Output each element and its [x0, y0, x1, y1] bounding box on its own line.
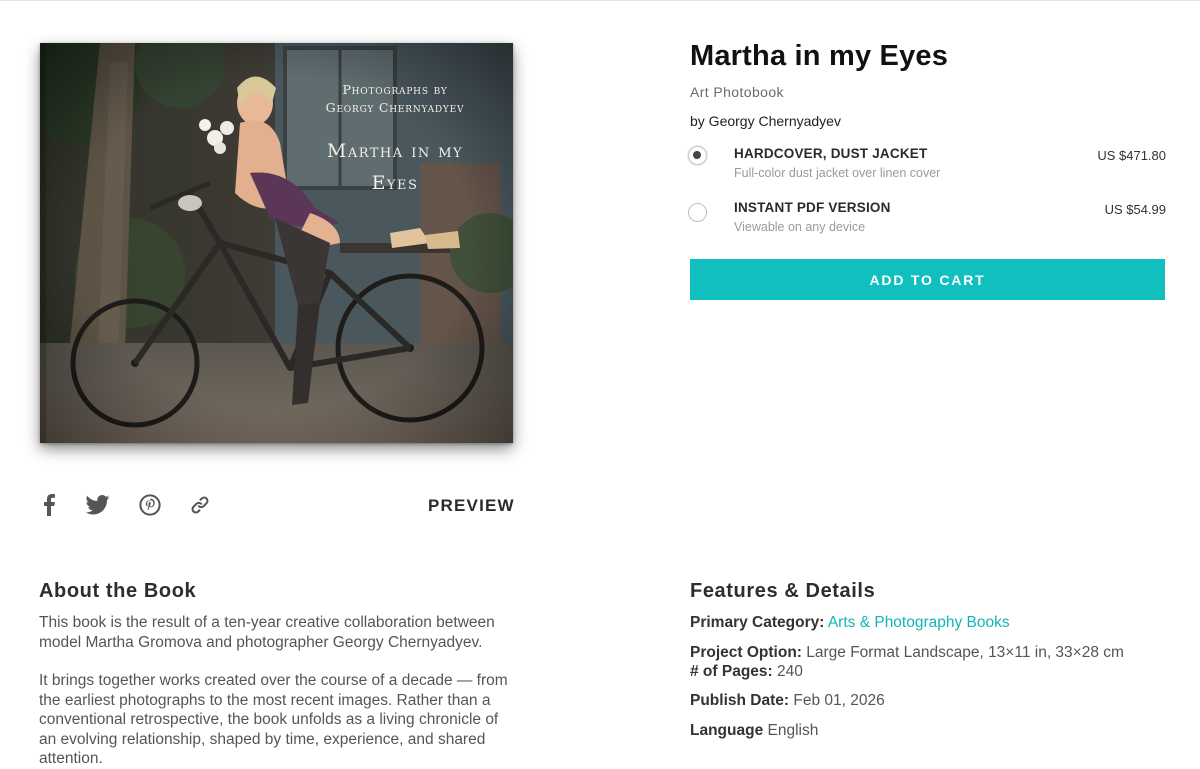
cover-title: Martha in my Eyes: [295, 135, 495, 199]
about-paragraph-1: This book is the result of a ten-year cr…: [39, 614, 495, 651]
language-value: English: [767, 722, 819, 739]
cover-title-line2: Eyes: [371, 172, 419, 194]
pages-label: # of Pages:: [690, 663, 773, 680]
radio-hardcover[interactable]: [688, 146, 707, 165]
primary-category-label: Primary Category:: [690, 614, 825, 631]
option-pdf-name: INSTANT PDF VERSION: [734, 200, 891, 215]
option-hardcover-name: HARDCOVER, DUST JACKET: [734, 146, 928, 161]
product-author: by Georgy Chernyadyev: [690, 113, 841, 129]
language-label: Language: [690, 722, 764, 739]
link-icon[interactable]: [189, 493, 211, 517]
project-option-label: Project Option:: [690, 644, 802, 661]
option-pdf-price: US $54.99: [1104, 202, 1166, 217]
features-heading: Features & Details: [690, 580, 876, 602]
detail-project-option: Project Option: Large Format Landscape, …: [690, 643, 1124, 663]
about-heading: About the Book: [39, 580, 197, 602]
cover-text-block: Photographs by Georgy Chernyadyev Martha…: [295, 81, 495, 199]
product-title: Martha in my Eyes: [690, 40, 949, 72]
facebook-icon[interactable]: [40, 493, 58, 517]
option-pdf[interactable]: INSTANT PDF VERSION Viewable on any devi…: [688, 200, 1166, 240]
option-pdf-description: Viewable on any device: [734, 220, 866, 234]
cover-subtitle-line2: Georgy Chernyadyev: [325, 100, 465, 115]
detail-pages: # of Pages: 240: [690, 662, 803, 682]
twitter-icon[interactable]: [84, 493, 110, 517]
option-hardcover-price: US $471.80: [1097, 148, 1166, 163]
publish-date-value: Feb 01, 2026: [793, 692, 885, 709]
cover-subtitle: Photographs by Georgy Chernyadyev: [295, 81, 495, 117]
project-option-value: Large Format Landscape, 13×11 in, 33×28 …: [806, 644, 1124, 661]
preview-button[interactable]: PREVIEW: [428, 496, 515, 516]
detail-primary-category: Primary Category: Arts & Photography Boo…: [690, 613, 1010, 633]
pages-value: 240: [777, 663, 803, 680]
product-category: Art Photobook: [690, 84, 784, 100]
about-paragraph-2: It brings together works created over th…: [39, 672, 508, 767]
pinterest-icon[interactable]: [138, 493, 161, 517]
option-hardcover-description: Full-color dust jacket over linen cover: [734, 166, 941, 180]
publish-date-label: Publish Date:: [690, 692, 790, 709]
primary-category-link[interactable]: Arts & Photography Books: [828, 614, 1010, 631]
detail-language: Language English: [690, 721, 818, 741]
cover-subtitle-line1: Photographs by: [342, 82, 448, 97]
radio-pdf[interactable]: [688, 203, 707, 222]
top-divider: [0, 0, 1200, 1]
option-hardcover[interactable]: HARDCOVER, DUST JACKET Full-color dust j…: [688, 146, 1166, 186]
detail-publish-date: Publish Date: Feb 01, 2026: [690, 691, 885, 711]
add-to-cart-button[interactable]: ADD TO CART: [690, 259, 1165, 300]
book-cover-image[interactable]: Photographs by Georgy Chernyadyev Martha…: [40, 43, 513, 443]
cover-title-line1: Martha in my: [326, 140, 464, 162]
